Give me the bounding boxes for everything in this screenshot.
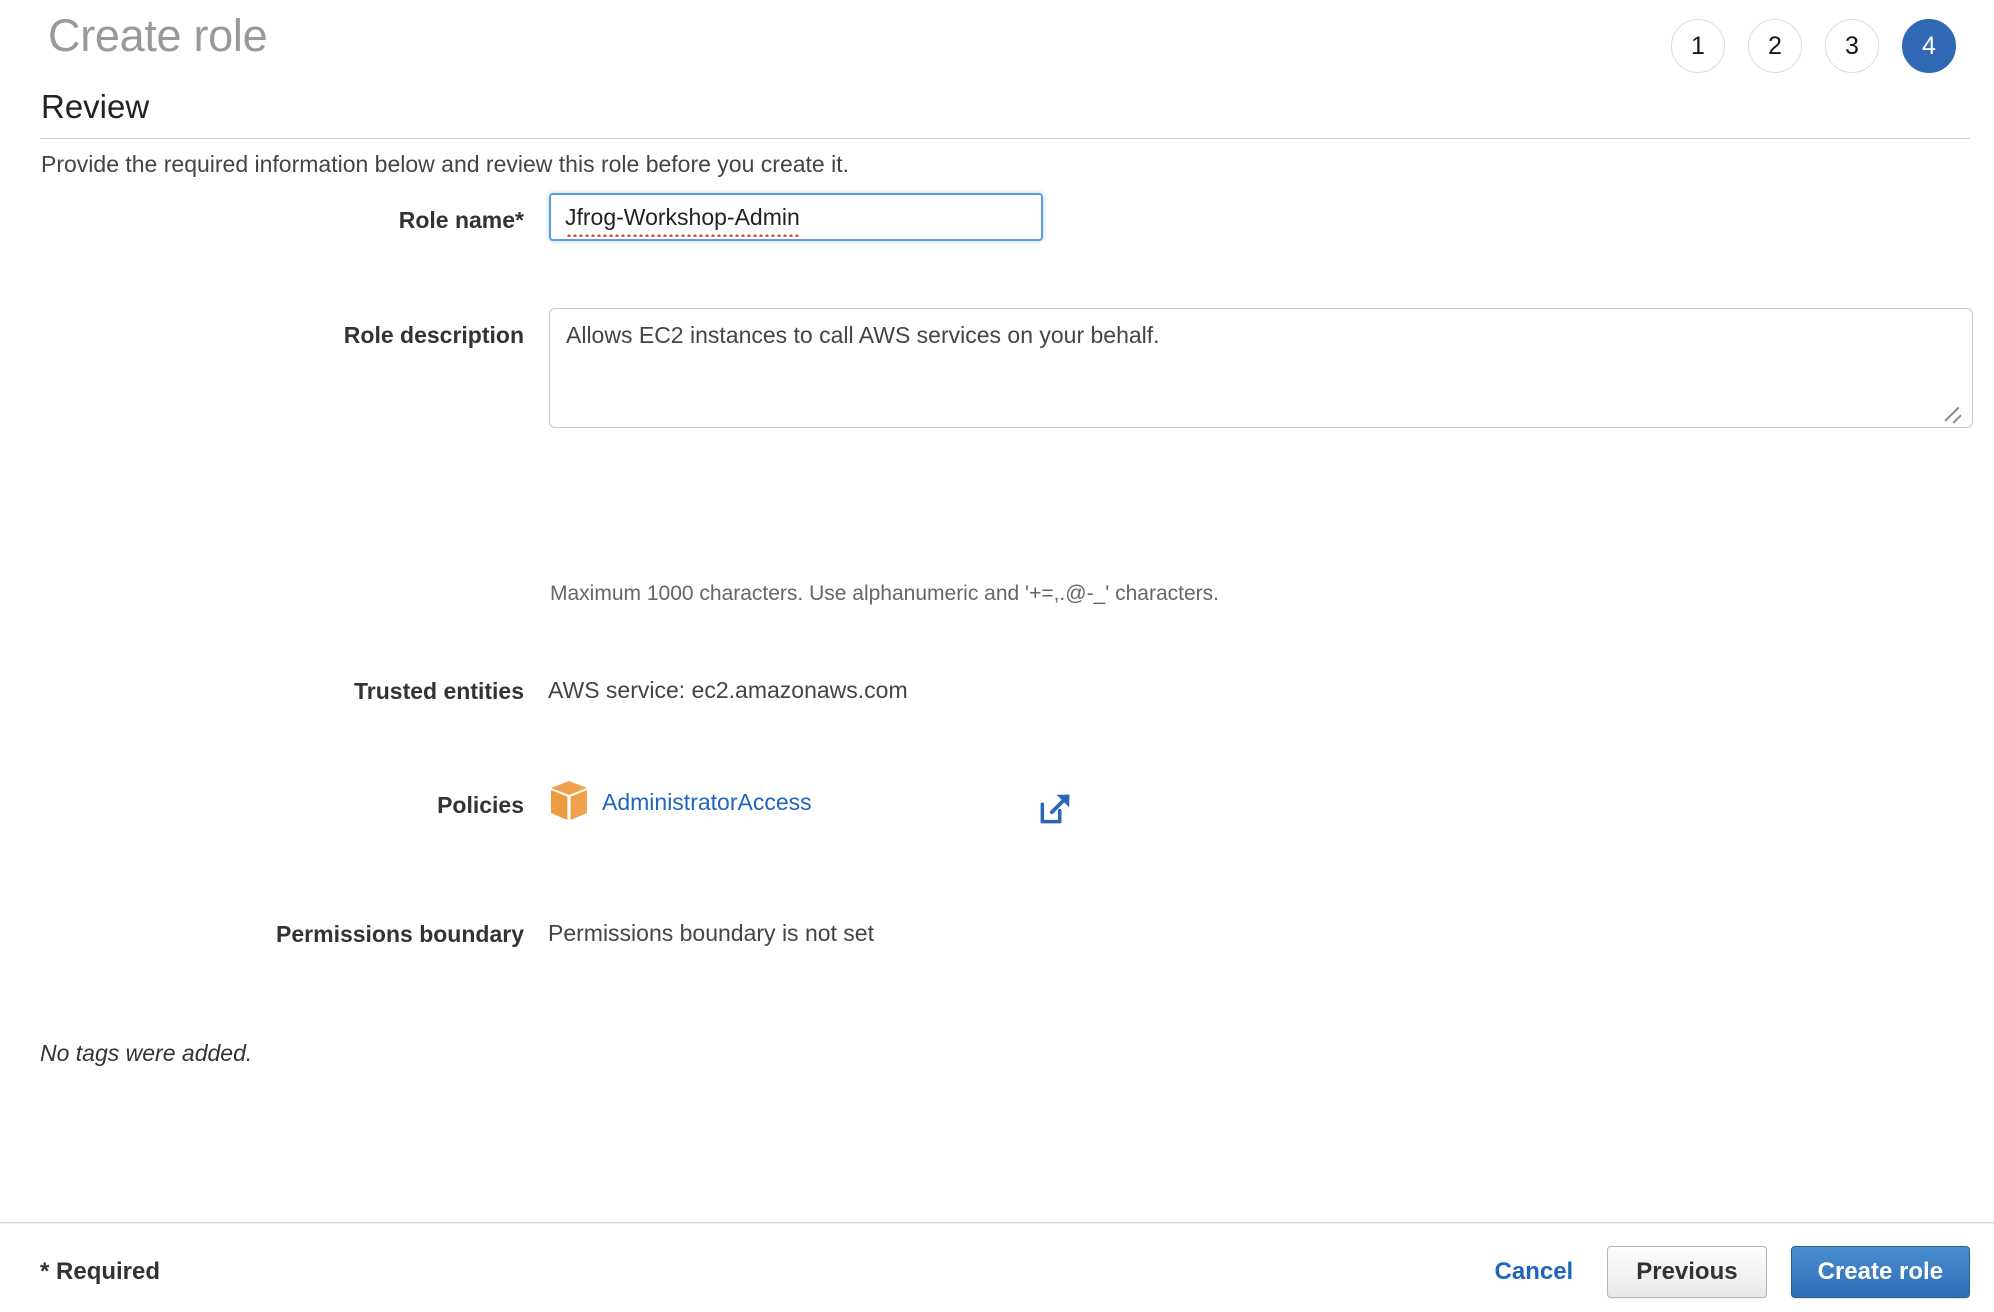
trusted-entities-label: Trusted entities (34, 678, 524, 705)
tags-empty-note: No tags were added. (40, 1040, 252, 1067)
page-title: Create role (48, 10, 267, 62)
footer-actions: Cancel Previous Create role (1485, 1246, 1970, 1298)
trusted-entities-value: AWS service: ec2.amazonaws.com (548, 677, 908, 704)
cancel-button[interactable]: Cancel (1485, 1258, 1584, 1286)
section-title: Review (41, 88, 149, 126)
required-note: * Required (40, 1258, 160, 1286)
step-1[interactable]: 1 (1671, 19, 1725, 73)
role-name-label: Role name* (34, 207, 524, 234)
section-description: Provide the required information below a… (41, 151, 849, 178)
role-description-label: Role description (34, 322, 524, 349)
policies-label: Policies (34, 792, 524, 819)
permissions-boundary-label: Permissions boundary (34, 921, 524, 948)
step-2[interactable]: 2 (1748, 19, 1802, 73)
permissions-boundary-value: Permissions boundary is not set (548, 920, 874, 947)
header-divider (40, 138, 1970, 139)
policy-link-administratoraccess[interactable]: AdministratorAccess (602, 789, 812, 816)
footer-divider (0, 1222, 1994, 1223)
step-4[interactable]: 4 (1902, 19, 1956, 73)
role-description-hint: Maximum 1000 characters. Use alphanumeri… (550, 582, 1219, 606)
external-link-icon[interactable] (1036, 790, 1074, 828)
create-role-review-page: Create role 1 2 3 4 Review Provide the r… (0, 0, 1994, 1312)
step-indicator: 1 2 3 4 (1671, 19, 1956, 73)
page-header: Create role 1 2 3 4 (0, 0, 1994, 110)
role-description-textarea[interactable] (549, 308, 1973, 428)
orange-box-icon (549, 780, 589, 822)
create-role-button[interactable]: Create role (1791, 1246, 1970, 1298)
step-3[interactable]: 3 (1825, 19, 1879, 73)
previous-button[interactable]: Previous (1607, 1246, 1766, 1298)
role-name-input[interactable] (549, 193, 1043, 241)
